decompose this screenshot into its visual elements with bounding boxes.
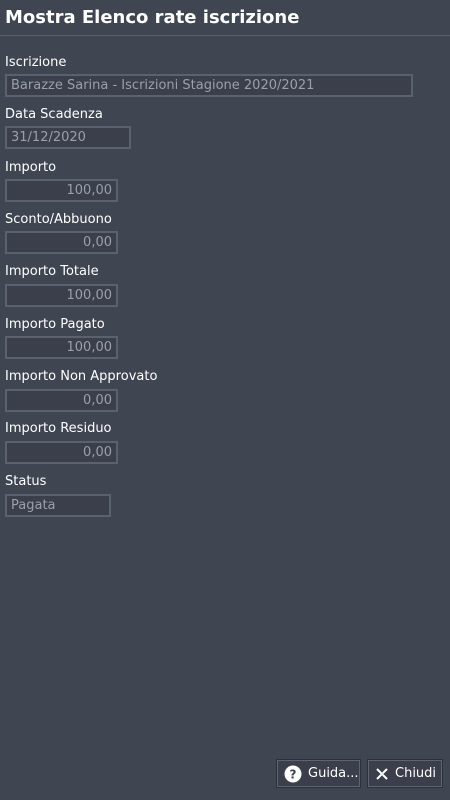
importo-label: Importo	[5, 160, 57, 175]
help-button-label: Guida...	[308, 766, 359, 781]
importo-residuo-label: Importo Residuo	[5, 421, 112, 436]
iscrizione-label: Iscrizione	[5, 55, 67, 70]
status-field[interactable]: Pagata	[5, 494, 111, 517]
importo-non-approvato-label: Importo Non Approvato	[5, 369, 158, 384]
importo-field[interactable]: 100,00	[5, 179, 118, 202]
importo-non-approvato-field[interactable]: 0,00	[5, 389, 118, 412]
sconto-label: Sconto/Abbuono	[5, 212, 112, 227]
sconto-field[interactable]: 0,00	[5, 231, 118, 254]
close-button[interactable]: Chiudi	[368, 760, 442, 787]
dialog-title: Mostra Elenco rate iscrizione	[5, 7, 300, 28]
importo-pagato-field[interactable]: 100,00	[5, 336, 118, 359]
data-scadenza-label: Data Scadenza	[5, 107, 103, 122]
status-label: Status	[5, 474, 47, 489]
close-x-icon	[375, 765, 389, 783]
iscrizione-field[interactable]: Barazze Sarina - Iscrizioni Stagione 202…	[5, 74, 413, 97]
svg-text:?: ?	[290, 767, 297, 781]
data-scadenza-field[interactable]: 31/12/2020	[5, 126, 131, 149]
importo-pagato-label: Importo Pagato	[5, 317, 105, 332]
importo-totale-field[interactable]: 100,00	[5, 284, 118, 307]
help-button[interactable]: ? Guida...	[277, 760, 360, 787]
question-circle-icon: ?	[284, 765, 302, 783]
close-button-label: Chiudi	[395, 766, 437, 781]
dialog-header: Mostra Elenco rate iscrizione	[0, 0, 450, 36]
importo-totale-label: Importo Totale	[5, 264, 99, 279]
importo-residuo-field[interactable]: 0,00	[5, 441, 118, 464]
